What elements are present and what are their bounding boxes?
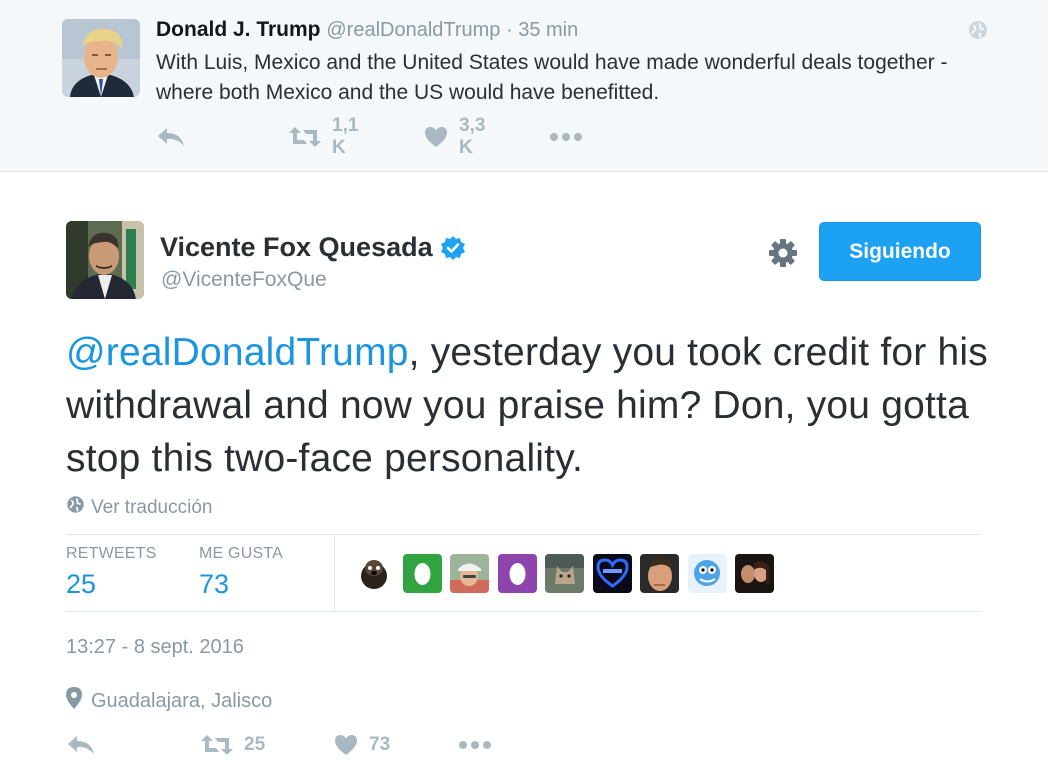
retweets-stat-value: 25: [66, 569, 97, 599]
heart-icon: [423, 125, 449, 149]
location-pin-icon: [66, 687, 91, 715]
heart-icon: [333, 733, 359, 757]
author-avatar[interactable]: [66, 221, 144, 299]
like-button[interactable]: 73: [333, 730, 390, 760]
retweets-stat[interactable]: RETWEETS 25: [66, 545, 157, 600]
liker-avatar-dog[interactable]: [355, 554, 394, 593]
liker-avatar-cartoon[interactable]: [688, 554, 727, 593]
parent-more-button[interactable]: [549, 122, 583, 152]
parent-retweet-count: 1,1 K: [332, 115, 359, 158]
liker-avatar-man-face[interactable]: [640, 554, 679, 593]
likes-stat-label: ME GUSTA: [199, 545, 283, 562]
parent-tweet-header: Donald J. Trump @realDonaldTrump · 35 mi…: [156, 18, 578, 42]
following-button[interactable]: Siguiendo: [819, 222, 981, 281]
author-handle[interactable]: @VicenteFoxQue: [161, 268, 327, 292]
more-button[interactable]: [458, 730, 492, 760]
retweets-stat-label: RETWEETS: [66, 545, 157, 562]
translate-link[interactable]: Ver traducción: [66, 495, 212, 520]
retweet-icon: [288, 125, 322, 149]
retweet-icon: [200, 733, 234, 757]
reply-button[interactable]: [66, 730, 96, 760]
parent-reply-button[interactable]: [156, 122, 186, 152]
stats-divider: [334, 535, 335, 612]
tweet-text: @realDonaldTrump, yesterday you took cre…: [66, 326, 996, 485]
parent-tweet-text: With Luis, Mexico and the United States …: [156, 51, 948, 104]
mention-link[interactable]: @realDonaldTrump: [66, 331, 409, 374]
reply-icon: [156, 125, 186, 149]
tweet-timestamp[interactable]: 13:27 - 8 sept. 2016: [66, 636, 244, 659]
liker-avatar-cat[interactable]: [545, 554, 584, 593]
likes-stat[interactable]: ME GUSTA 73: [199, 545, 283, 600]
tweet-stats: RETWEETS 25 ME GUSTA 73: [66, 534, 981, 612]
parent-like-button[interactable]: 3,3 K: [423, 115, 485, 158]
parent-author-name[interactable]: Donald J. Trump: [156, 18, 321, 41]
liker-avatar-egg-green[interactable]: [403, 554, 442, 593]
translate-label: Ver traducción: [91, 496, 213, 518]
author-name-row: Vicente Fox Quesada: [160, 232, 466, 263]
globe-icon: [967, 19, 989, 41]
parent-author-handle[interactable]: @realDonaldTrump: [326, 19, 500, 41]
more-icon: [549, 131, 583, 143]
parent-tweet[interactable]: Donald J. Trump @realDonaldTrump · 35 mi…: [0, 0, 1048, 172]
parent-retweet-button[interactable]: 1,1 K: [288, 115, 358, 158]
parent-author-avatar[interactable]: [62, 19, 140, 97]
liker-avatar-couple[interactable]: [735, 554, 774, 593]
globe-icon: [66, 495, 91, 520]
liker-avatar-heart-badge[interactable]: [593, 554, 632, 593]
likes-stat-value: 73: [199, 569, 230, 599]
reply-icon: [66, 733, 96, 757]
retweet-count: 25: [244, 734, 266, 755]
retweet-button[interactable]: 25: [200, 730, 265, 760]
like-count: 73: [369, 734, 391, 755]
liker-avatar-egg-purple[interactable]: [498, 554, 537, 593]
verified-badge-icon: [440, 235, 466, 261]
parent-like-count: 3,3 K: [459, 115, 486, 158]
author-name[interactable]: Vicente Fox Quesada: [160, 232, 433, 263]
more-icon: [458, 739, 492, 751]
tweet-location[interactable]: Guadalajara, Jalisco: [66, 687, 272, 715]
liker-avatar-man-cap[interactable]: [450, 554, 489, 593]
parent-tweet-time[interactable]: 35 min: [518, 19, 578, 41]
gear-icon[interactable]: [767, 237, 799, 269]
parent-meta-separator: ·: [500, 19, 519, 41]
location-label: Guadalajara, Jalisco: [91, 689, 273, 712]
